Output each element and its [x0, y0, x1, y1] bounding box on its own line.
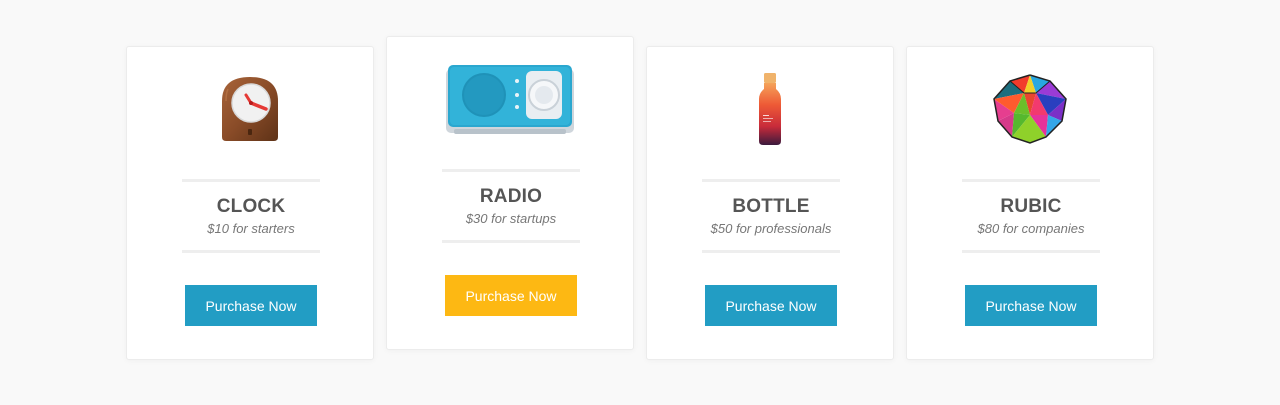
- plan-price: $10 for starters: [207, 221, 295, 236]
- pricing-card-bottle: BOTTLE $50 for professionals Purchase No…: [646, 46, 894, 360]
- product-image: [127, 59, 373, 159]
- pricing-section: CLOCK $10 for starters Purchase Now RADI…: [0, 0, 1280, 405]
- pricing-card-clock: CLOCK $10 for starters Purchase Now: [126, 46, 374, 360]
- plan-price: $50 for professionals: [710, 221, 832, 236]
- plan-info: RADIO $30 for startups: [442, 169, 580, 243]
- pricing-card-rubic: RUBIC $80 for companies Purchase Now: [906, 46, 1154, 360]
- pricing-card-radio: RADIO $30 for startups Purchase Now: [386, 36, 634, 350]
- plan-name: RUBIC: [1000, 196, 1062, 217]
- product-image: [907, 59, 1153, 159]
- colorful-polyhedron-icon: [993, 74, 1067, 144]
- plan-info: RUBIC $80 for companies: [962, 179, 1100, 253]
- plan-info: BOTTLE $50 for professionals: [702, 179, 840, 253]
- blue-radio-icon: [446, 65, 574, 134]
- plan-price: $80 for companies: [977, 221, 1085, 236]
- plan-price: $30 for startups: [465, 211, 557, 226]
- plan-name: CLOCK: [216, 196, 286, 217]
- purchase-button-clock[interactable]: Purchase Now: [185, 285, 317, 326]
- purchase-button-rubic[interactable]: Purchase Now: [965, 285, 1097, 326]
- gradient-bottle-icon: [759, 73, 781, 145]
- plan-name: BOTTLE: [732, 196, 810, 217]
- product-image: [387, 49, 633, 149]
- purchase-button-bottle[interactable]: Purchase Now: [705, 285, 837, 326]
- plan-name: RADIO: [479, 186, 543, 207]
- plan-info: CLOCK $10 for starters: [182, 179, 320, 253]
- purchase-button-radio[interactable]: Purchase Now: [445, 275, 577, 316]
- product-image: [647, 59, 893, 159]
- wooden-clock-icon: [222, 77, 278, 141]
